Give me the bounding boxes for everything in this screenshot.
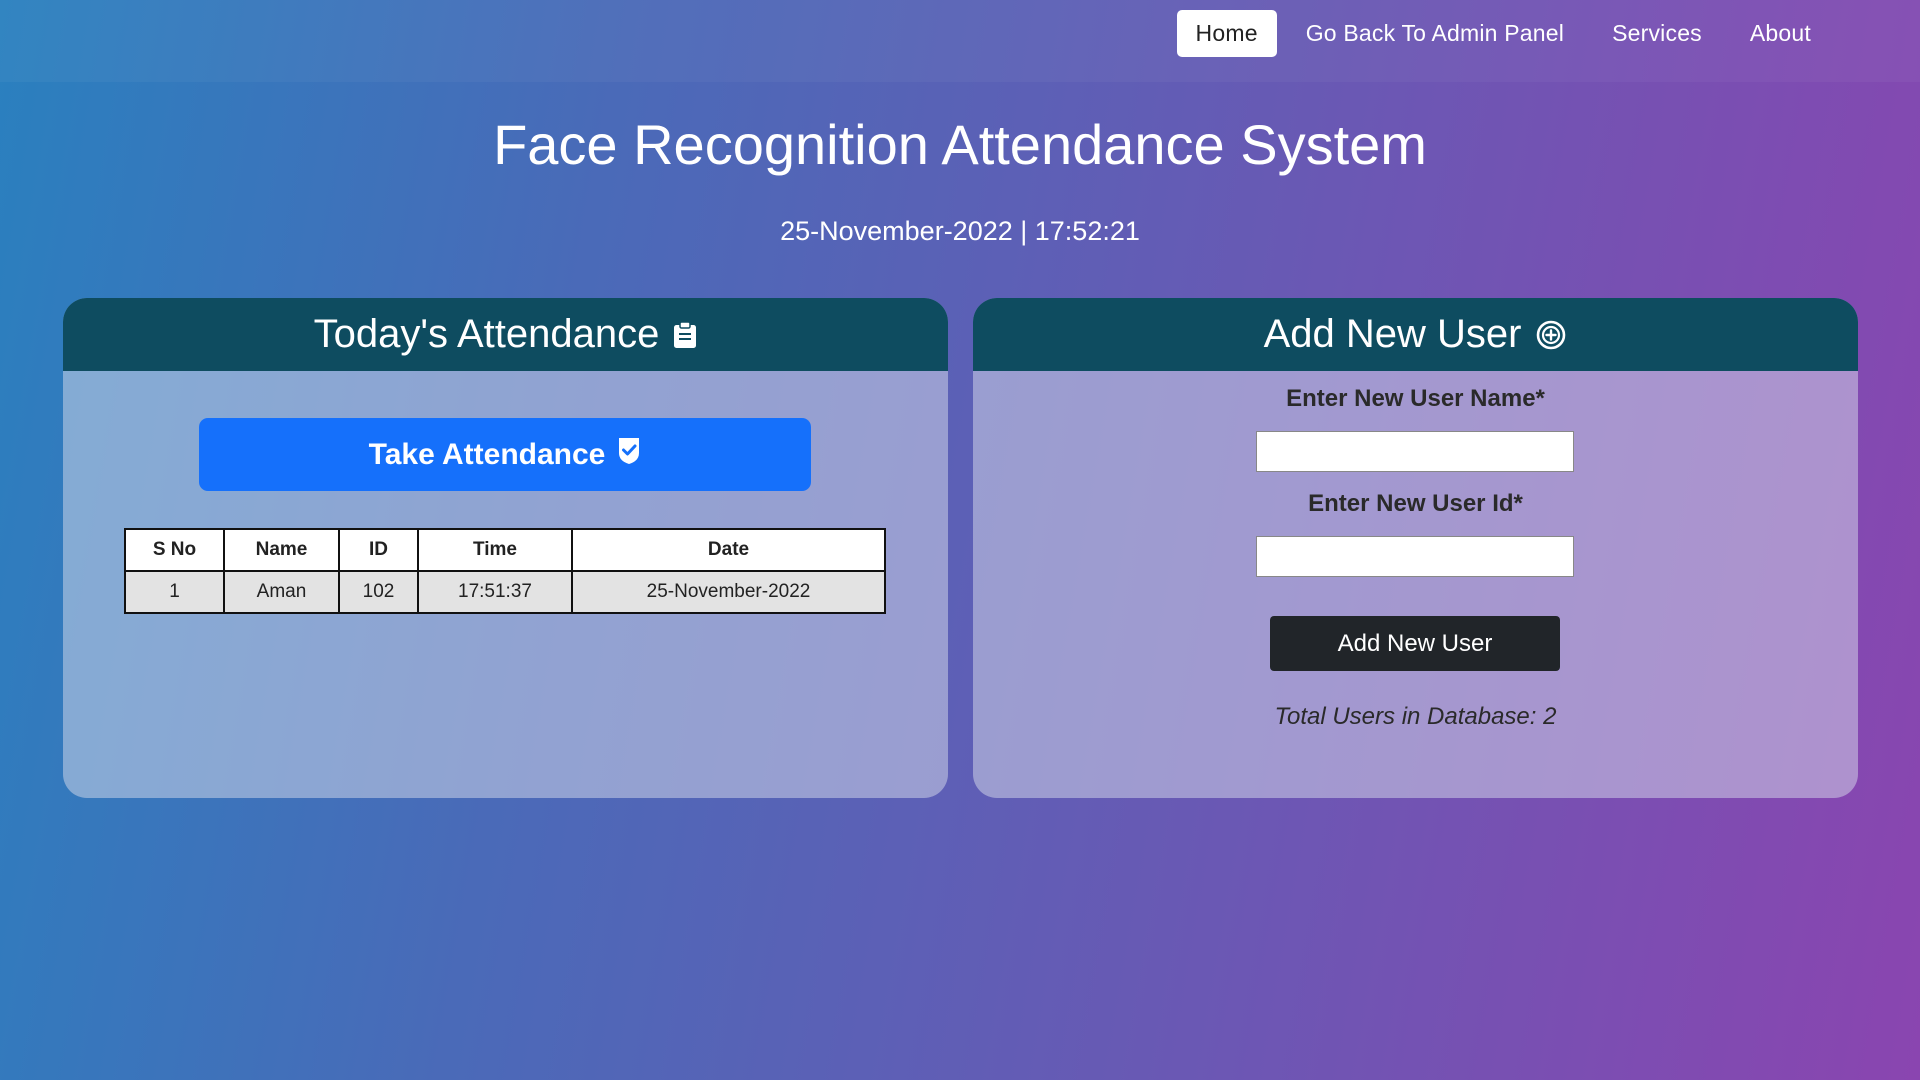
nav-links: Home Go Back To Admin Panel Services Abo… bbox=[1176, 10, 1830, 57]
table-header-row: S No Name ID Time Date bbox=[124, 528, 886, 572]
total-users-text: Total Users in Database: 2 bbox=[1274, 703, 1557, 730]
attendance-card: Today's Attendance Take Attendance S No … bbox=[63, 298, 948, 798]
attendance-table: S No Name ID Time Date 1 Aman 102 17:51:… bbox=[124, 528, 886, 614]
cell-id: 102 bbox=[338, 570, 419, 614]
user-id-input[interactable] bbox=[1256, 536, 1574, 577]
add-user-card-header: Add New User bbox=[973, 298, 1858, 371]
column-header-name: Name bbox=[223, 528, 340, 572]
add-user-card: Add New User Enter New User Name* Enter … bbox=[973, 298, 1858, 798]
check-shield-icon bbox=[617, 437, 641, 465]
user-name-input[interactable] bbox=[1256, 431, 1574, 472]
attendance-card-header: Today's Attendance bbox=[63, 298, 948, 371]
page-title: Face Recognition Attendance System bbox=[493, 113, 1427, 176]
column-header-date: Date bbox=[571, 528, 886, 572]
table-row: 1 Aman 102 17:51:37 25-November-2022 bbox=[124, 570, 886, 614]
attendance-card-title: Today's Attendance bbox=[313, 312, 660, 356]
user-id-label: Enter New User Id* bbox=[1308, 490, 1523, 517]
column-header-id: ID bbox=[338, 528, 419, 572]
column-header-sno: S No bbox=[124, 528, 225, 572]
cell-name: Aman bbox=[223, 570, 340, 614]
add-user-card-title: Add New User bbox=[1263, 312, 1522, 356]
add-new-user-button[interactable]: Add New User bbox=[1270, 616, 1560, 671]
navbar: Home Go Back To Admin Panel Services Abo… bbox=[0, 0, 1920, 82]
cell-time: 17:51:37 bbox=[417, 570, 573, 614]
nav-services-link[interactable]: Services bbox=[1593, 10, 1721, 57]
nav-about-link[interactable]: About bbox=[1731, 10, 1830, 57]
take-attendance-label: Take Attendance bbox=[368, 437, 606, 471]
current-datetime: 25-November-2022 | 17:52:21 bbox=[780, 216, 1140, 246]
plus-circle-icon bbox=[1535, 319, 1567, 351]
cell-sno: 1 bbox=[124, 570, 225, 614]
clipboard-icon bbox=[673, 320, 697, 349]
column-header-time: Time bbox=[417, 528, 573, 572]
take-attendance-button[interactable]: Take Attendance bbox=[199, 418, 811, 491]
nav-admin-panel-link[interactable]: Go Back To Admin Panel bbox=[1287, 10, 1583, 57]
nav-home-link[interactable]: Home bbox=[1176, 10, 1277, 57]
cell-date: 25-November-2022 bbox=[571, 570, 886, 614]
user-name-label: Enter New User Name* bbox=[1286, 385, 1545, 412]
